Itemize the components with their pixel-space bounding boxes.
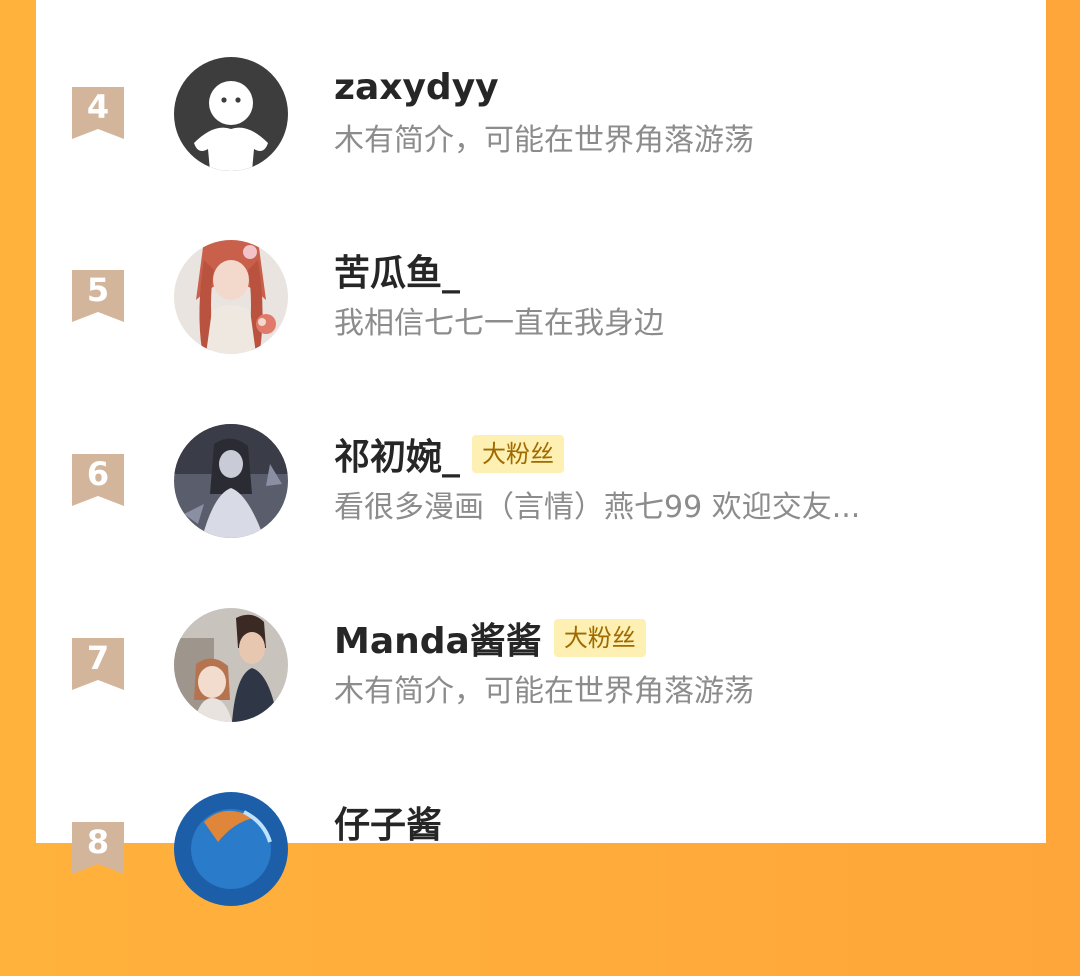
fan-list-item[interactable]: 7 Manda酱酱 大粉丝 木有简介，可能在世界角落游荡 <box>36 608 1046 792</box>
rank-badge: 8 <box>72 822 124 874</box>
rank-number: 6 <box>86 455 110 493</box>
fan-list-item[interactable]: 5 苦瓜鱼_ 我相信七七一直在我身边 <box>36 240 1046 424</box>
blue-ocean-avatar-icon <box>174 792 288 906</box>
rank-number: 8 <box>86 823 110 861</box>
user-name[interactable]: 仔子酱 <box>334 796 442 848</box>
rank-badge: 6 <box>72 454 124 506</box>
big-fan-badge: 大粉丝 <box>553 619 646 657</box>
rank-number: 7 <box>86 639 110 677</box>
user-name[interactable]: Manda酱酱 <box>334 612 542 664</box>
user-name[interactable]: 祁初婉_ <box>334 428 460 480</box>
default-avatar-icon <box>174 57 288 171</box>
user-bio: 木有简介，可能在世界角落游荡 <box>334 674 754 709</box>
avatar[interactable] <box>174 57 288 171</box>
rank-badge: 7 <box>72 638 124 690</box>
name-line: 仔子酱 <box>334 798 442 846</box>
avatar[interactable] <box>174 240 288 354</box>
anime-girl-avatar-icon <box>174 240 288 354</box>
avatar[interactable] <box>174 424 288 538</box>
big-fan-badge: 大粉丝 <box>472 435 565 473</box>
fan-list-item[interactable]: 4 zaxydyy 木有简介，可能在世界角落游荡 <box>36 57 1046 241</box>
name-line: 苦瓜鱼_ <box>334 246 460 294</box>
dark-illustration-avatar-icon <box>174 424 288 538</box>
avatar[interactable] <box>174 608 288 722</box>
name-line: zaxydyy <box>334 63 499 111</box>
avatar[interactable] <box>174 792 288 906</box>
user-name[interactable]: zaxydyy <box>334 67 499 108</box>
fan-ranking-panel: 4 zaxydyy 木有简介，可能在世界角落游荡 5 苦瓜鱼_ 我相信七七一直在… <box>36 0 1046 906</box>
name-line: 祁初婉_ 大粉丝 <box>334 428 565 480</box>
couple-illustration-avatar-icon <box>174 608 288 722</box>
rank-badge: 5 <box>72 270 124 322</box>
user-bio: 木有简介，可能在世界角落游荡 <box>334 123 754 158</box>
fan-list-item[interactable]: 8 仔子酱 <box>36 792 1046 976</box>
rank-number: 5 <box>86 271 110 309</box>
user-name[interactable]: 苦瓜鱼_ <box>334 244 460 296</box>
user-bio: 看很多漫画（言情）燕七99 欢迎交友... <box>334 490 861 525</box>
name-line: Manda酱酱 大粉丝 <box>334 614 646 662</box>
rank-badge: 4 <box>72 87 124 139</box>
rank-number: 4 <box>86 88 110 126</box>
user-bio: 我相信七七一直在我身边 <box>334 306 664 341</box>
fan-list-item[interactable]: 6 祁初婉_ 大粉丝 看很多漫画（言情）燕七99 欢迎交友... <box>36 424 1046 608</box>
